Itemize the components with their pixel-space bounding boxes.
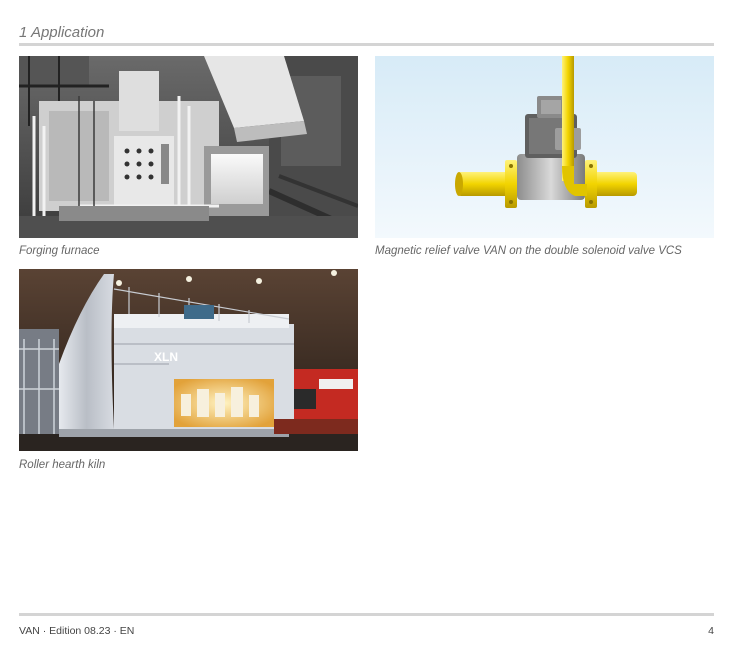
- header-rule: [19, 43, 714, 46]
- footer-rule: [19, 613, 714, 616]
- section-title: 1 Application: [19, 24, 105, 41]
- kiln-sign-text: XLN: [154, 350, 178, 364]
- roller-hearth-kiln-photo: XLN: [19, 269, 358, 451]
- footer-document-info: VAN · Edition 08.23 · EN: [19, 625, 135, 637]
- figure-caption: Roller hearth kiln: [19, 459, 106, 471]
- figure-caption: Forging furnace: [19, 245, 100, 257]
- figure-caption: Magnetic relief valve VAN on the double …: [375, 245, 682, 257]
- forging-furnace-photo: [19, 56, 358, 238]
- page-number: 4: [708, 625, 714, 637]
- relief-valve-photo: [375, 56, 714, 238]
